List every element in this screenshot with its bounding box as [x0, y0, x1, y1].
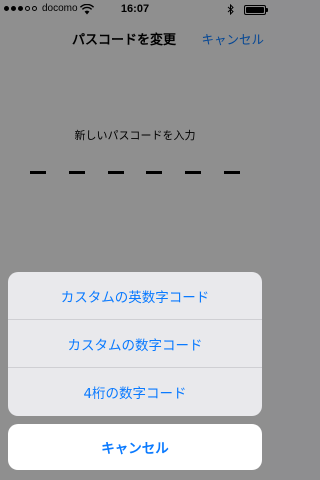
option-4-digit-numeric[interactable]: 4桁の数字コード [8, 368, 262, 416]
option-custom-alphanumeric[interactable]: カスタムの英数字コード [8, 272, 262, 320]
passcode-options-sheet: カスタムの英数字コード カスタムの数字コード 4桁の数字コード [8, 272, 262, 416]
sheet-cancel-button[interactable]: キャンセル [8, 424, 262, 470]
option-custom-numeric[interactable]: カスタムの数字コード [8, 320, 262, 368]
